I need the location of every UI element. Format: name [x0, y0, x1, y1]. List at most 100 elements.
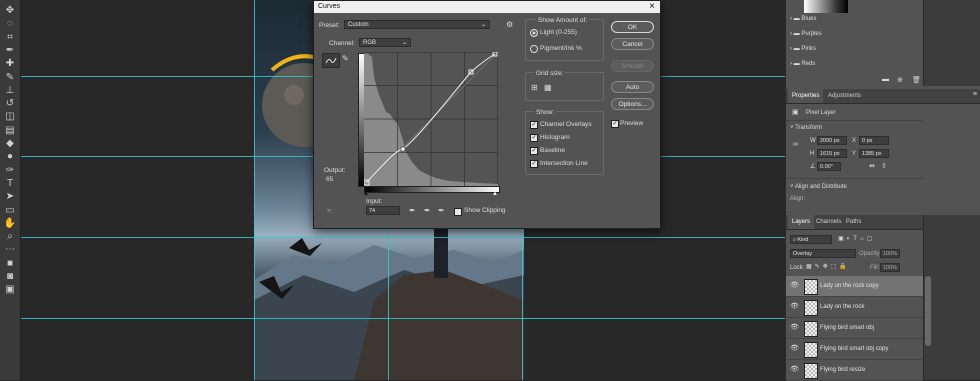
healing-tool-icon[interactable]: ✚	[3, 57, 17, 71]
output-value[interactable]: 65	[326, 176, 333, 183]
layer-filter-select[interactable]: ⌕ Kind	[790, 235, 832, 244]
pigment-radio[interactable]	[530, 45, 538, 53]
close-icon[interactable]: ×	[649, 1, 655, 13]
on-image-adjust-icon[interactable]: ☜	[326, 207, 332, 215]
layers-scrollbar[interactable]	[925, 276, 931, 346]
blur-tool-icon[interactable]: ◆	[3, 137, 17, 151]
detailed-grid-icon[interactable]: ▦	[544, 83, 552, 92]
histogram-checkbox[interactable]: ✓	[530, 134, 538, 142]
move-tool-icon[interactable]: ✥	[3, 4, 17, 18]
x-field[interactable]: 0 px	[859, 136, 889, 145]
eraser-tool-icon[interactable]: ◫	[3, 110, 17, 124]
curve-point-tool[interactable]	[322, 53, 340, 68]
gradient-swatches[interactable]	[804, 0, 848, 13]
flip-horizontal-icon[interactable]: ⇹	[869, 162, 875, 170]
brush-tool-icon[interactable]: ✎	[3, 71, 17, 85]
y-field[interactable]: 1385 px	[859, 149, 889, 158]
black-point-slider[interactable]: ▲	[363, 191, 369, 197]
tab-paths[interactable]: Paths	[842, 215, 865, 229]
dodge-tool-icon[interactable]: ●	[3, 150, 17, 164]
link-icon[interactable]: ∞	[793, 141, 798, 148]
guide-line-horizontal[interactable]	[21, 237, 785, 238]
black-eyedropper-icon[interactable]: ✒	[409, 206, 416, 215]
swatch-group-item[interactable]: › ▬ Blues	[790, 16, 816, 22]
height-field[interactable]: 1615 px	[817, 149, 847, 158]
new-item-icon[interactable]: ⊕	[897, 76, 903, 84]
layer-row[interactable]: 👁 Lady on the rock	[786, 297, 923, 318]
gradient-tool-icon[interactable]: ▤	[3, 124, 17, 138]
layer-thumbnail	[804, 279, 818, 295]
hand-tool-icon[interactable]: ✋	[3, 217, 17, 231]
eye-icon[interactable]: 👁	[790, 339, 799, 359]
lock-icons[interactable]: ▦✎✥⬚🔒	[806, 263, 850, 270]
input-value-field[interactable]: 74	[366, 206, 400, 215]
eye-icon[interactable]: 👁	[790, 318, 799, 338]
cancel-button[interactable]: Cancel	[611, 38, 654, 50]
angle-field[interactable]: 0.00°	[817, 162, 841, 171]
flip-vertical-icon[interactable]: ⇳	[881, 162, 887, 170]
ok-button[interactable]: OK	[611, 21, 654, 33]
layers-side-area	[923, 215, 980, 380]
swatch-group-item[interactable]: › ▬ Reds	[790, 61, 815, 67]
crop-tool-icon[interactable]: ⌗	[3, 31, 17, 45]
more-tools-icon[interactable]: ⋯	[3, 243, 17, 257]
guide-line-vertical[interactable]	[254, 0, 255, 380]
show-clipping-checkbox[interactable]	[454, 208, 462, 216]
color-swatches-icon[interactable]: ■	[3, 257, 17, 271]
screen-mode-icon[interactable]: ▣	[3, 283, 17, 297]
tab-adjustments[interactable]: Adjustments	[824, 89, 865, 103]
swatch-group-item[interactable]: › ▬ Pinks	[790, 46, 816, 52]
layer-filter-icons[interactable]: ▣◐T⌂▢	[838, 235, 875, 242]
transform-header[interactable]: ˅ Transform	[790, 125, 822, 131]
curves-graph[interactable]	[364, 52, 498, 186]
type-tool-icon[interactable]: T	[3, 177, 17, 191]
trash-icon[interactable]: 🗑	[912, 76, 921, 84]
options-button[interactable]: Options...	[611, 98, 654, 110]
panel-menu-icon[interactable]: ≡	[973, 91, 977, 98]
gray-eyedropper-icon[interactable]: ✒	[424, 206, 431, 215]
dialog-titlebar[interactable]: Curves ×	[314, 1, 660, 13]
path-selection-tool-icon[interactable]: ➤	[3, 190, 17, 204]
history-brush-tool-icon[interactable]: ↺	[3, 97, 17, 111]
blend-mode-select[interactable]: Overlay	[790, 249, 856, 258]
white-eyedropper-icon[interactable]: ✒	[438, 206, 445, 215]
smooth-button[interactable]: Smooth	[611, 60, 654, 72]
layer-row[interactable]: 👁 Flying bird smart obj copy	[786, 339, 923, 360]
eyedropper-tool-icon[interactable]: ✒	[3, 44, 17, 58]
folder-icon[interactable]: ▬	[882, 76, 889, 83]
eye-icon[interactable]: 👁	[790, 297, 799, 317]
pen-tool-icon[interactable]: ✑	[3, 164, 17, 178]
fill-field[interactable]: 100%	[880, 263, 900, 272]
baseline-checkbox[interactable]: ✓	[530, 147, 538, 155]
tab-channels[interactable]: Channels	[812, 215, 845, 229]
preview-checkbox[interactable]: ✓	[611, 120, 619, 128]
gear-icon[interactable]: ⚙	[506, 20, 513, 29]
lasso-tool-icon[interactable]: ◌	[3, 17, 17, 31]
eye-icon[interactable]: 👁	[790, 360, 799, 380]
rectangle-tool-icon[interactable]: ▭	[3, 204, 17, 218]
light-radio[interactable]	[530, 29, 538, 37]
layer-row[interactable]: 👁 Flying bird smart obj	[786, 318, 923, 339]
align-distribute-header[interactable]: ˅ Align and Distribute	[790, 184, 847, 190]
quick-mask-icon[interactable]: ◙	[3, 270, 17, 284]
intersection-line-checkbox[interactable]: ✓	[530, 160, 538, 168]
preset-select[interactable]: Custom ⌄	[344, 20, 490, 29]
pencil-icon[interactable]: ✎	[342, 54, 349, 63]
eye-icon[interactable]: 👁	[790, 276, 799, 296]
stamp-tool-icon[interactable]: ⊥	[3, 84, 17, 98]
layer-row[interactable]: 👁 Flying bird resize	[786, 360, 923, 381]
layer-row[interactable]: 👁 Lady on the rock copy	[786, 276, 923, 297]
channel-select[interactable]: RGB ⌄	[359, 38, 411, 47]
auto-button[interactable]: Auto	[611, 81, 654, 93]
tab-layers[interactable]: Layers	[788, 215, 815, 229]
white-point-slider[interactable]: ▲	[492, 191, 498, 197]
width-field[interactable]: 2000 px	[817, 136, 847, 145]
channel-overlays-checkbox[interactable]: ✓	[530, 121, 538, 129]
opacity-field[interactable]: 100%	[880, 249, 900, 258]
guide-line-horizontal[interactable]	[21, 318, 785, 319]
zoom-tool-icon[interactable]: ⌕	[3, 230, 17, 244]
swatch-group-item[interactable]: › ▬ Purples	[790, 31, 822, 37]
curve-control-point[interactable]	[400, 146, 406, 152]
tab-properties[interactable]: Properties	[788, 89, 824, 103]
simple-grid-icon[interactable]: ⊞	[531, 83, 538, 92]
